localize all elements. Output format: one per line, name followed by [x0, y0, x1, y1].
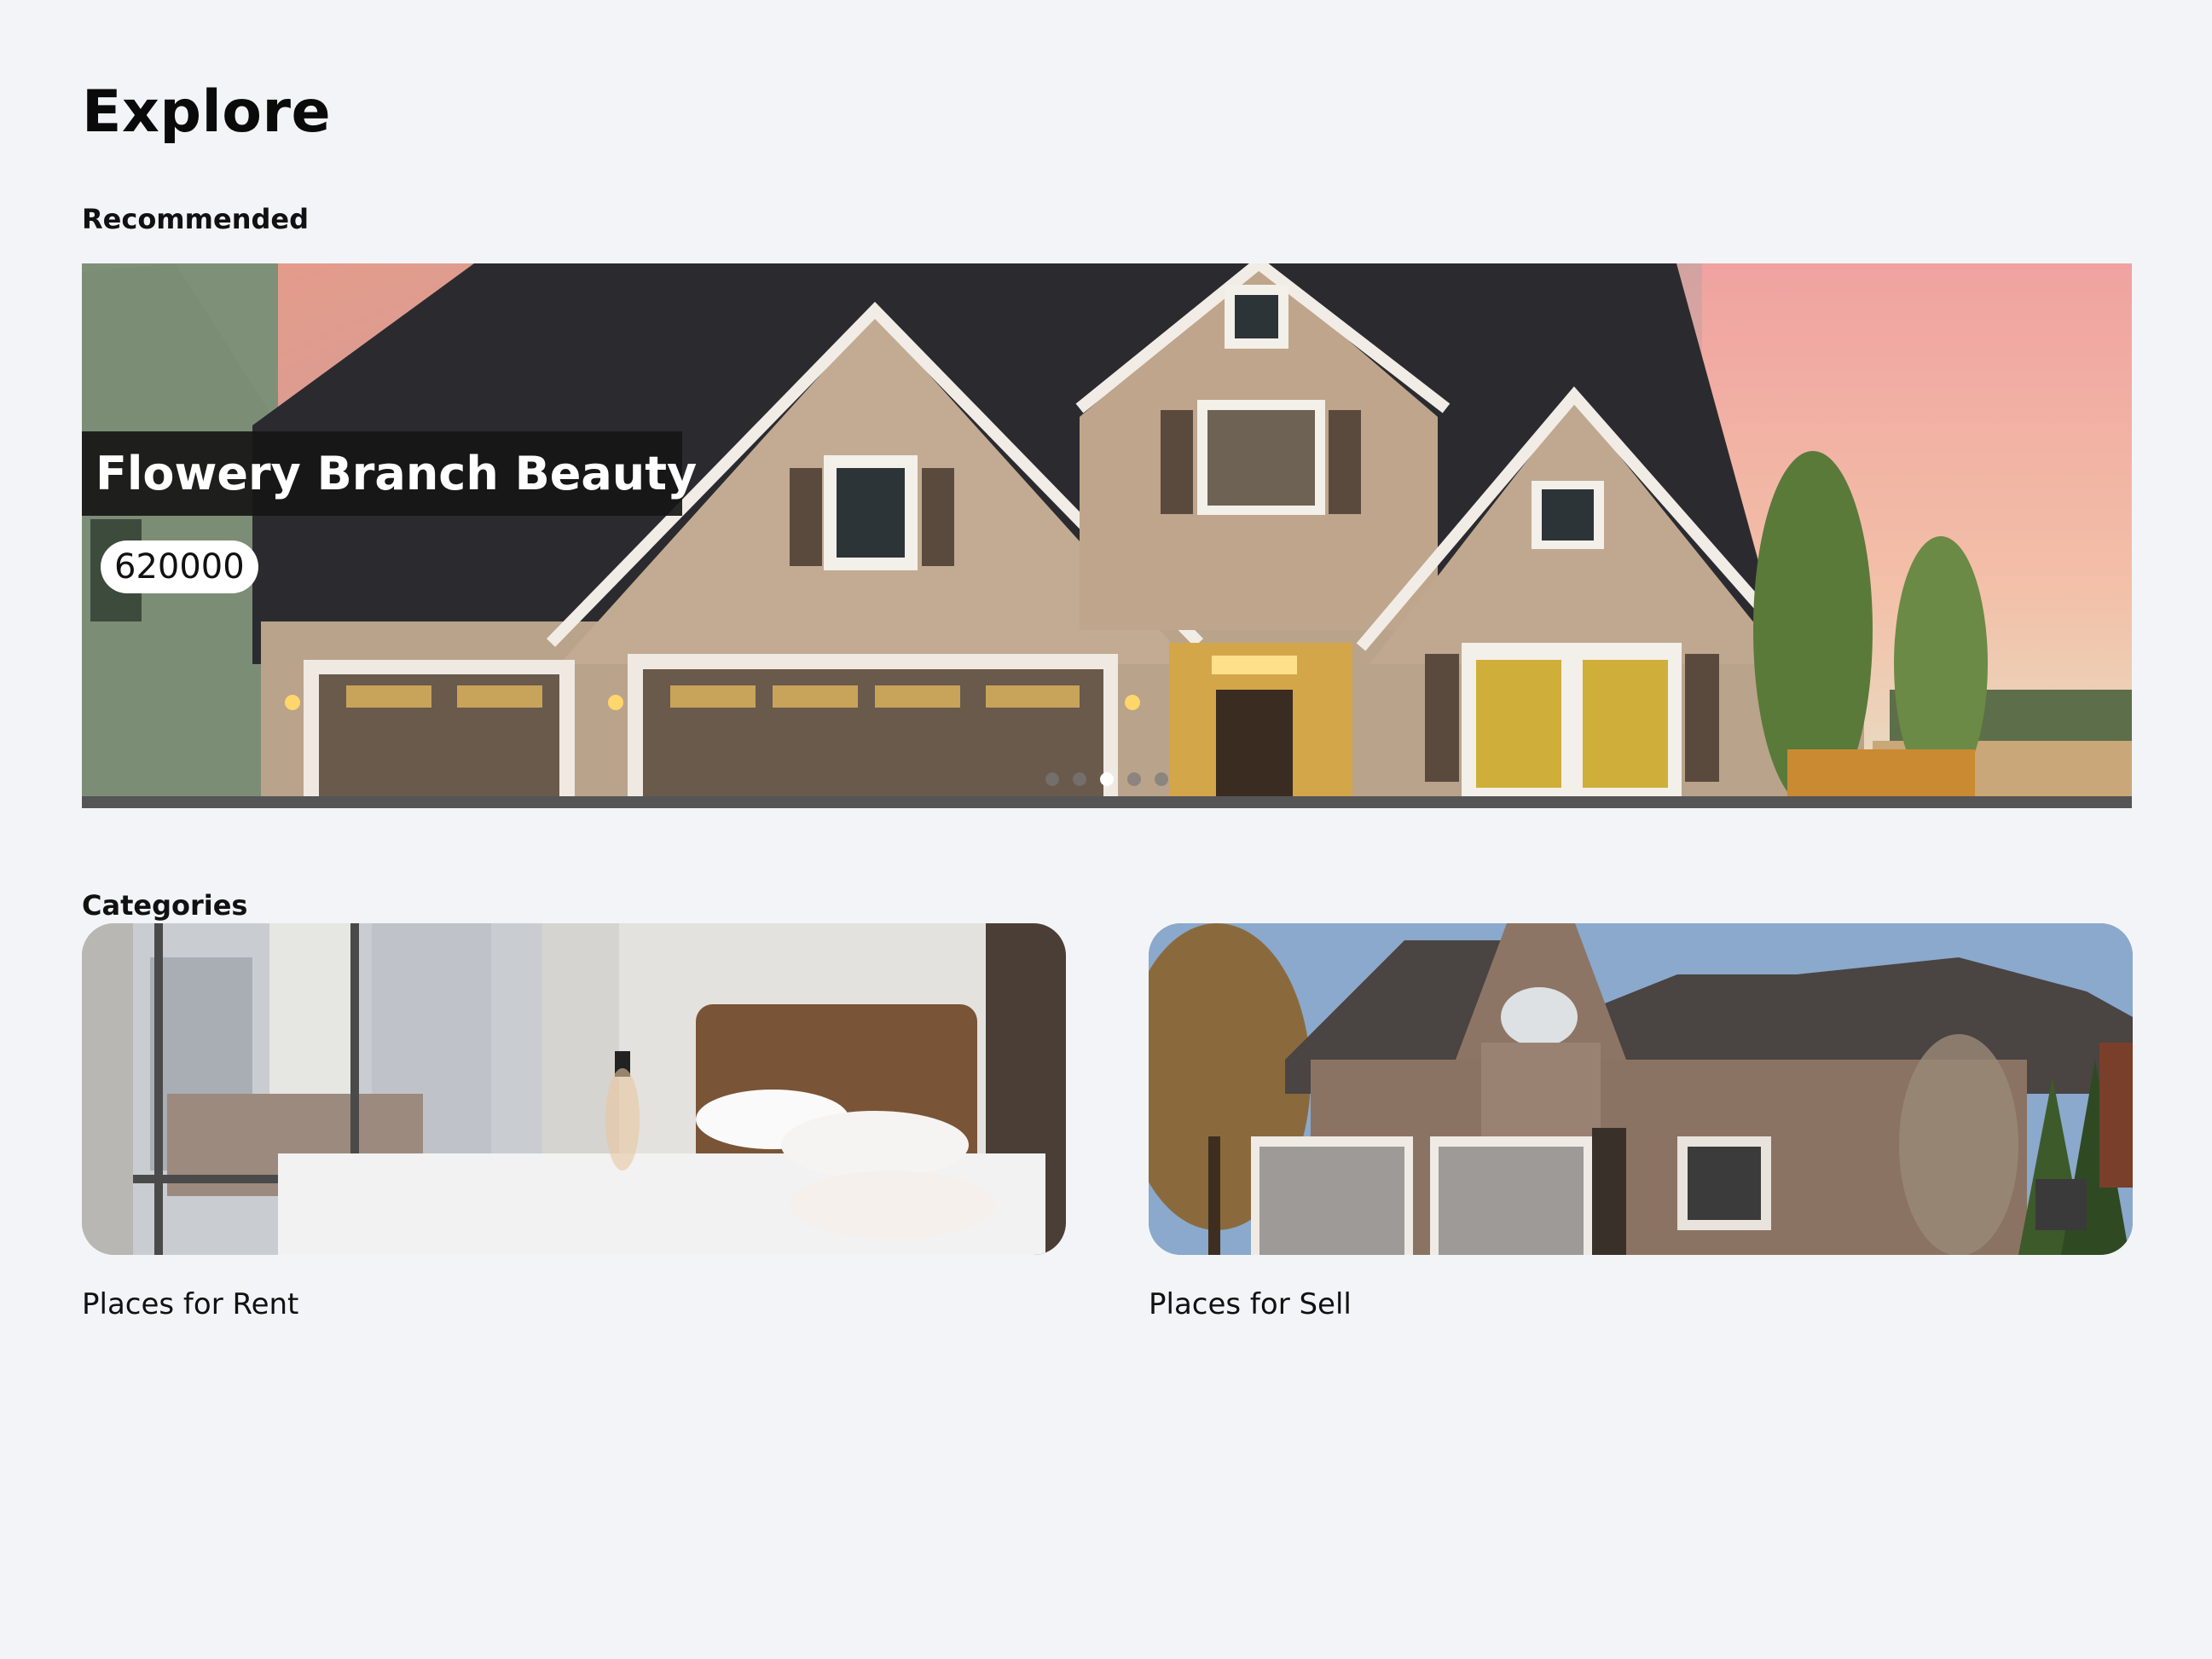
carousel-dot[interactable] — [1073, 772, 1086, 786]
category-label-sell[interactable]: Places for Sell — [1149, 1287, 1352, 1321]
explore-page: Explore Recommended Flowery Branch Beaut… — [0, 0, 2212, 1659]
recommended-carousel[interactable]: Flowery Branch Beauty 620000 — [82, 263, 2132, 808]
recommended-heading: Recommended — [82, 203, 309, 235]
carousel-dot[interactable] — [1045, 772, 1059, 786]
page-title: Explore — [82, 78, 332, 146]
carousel-dot[interactable] — [1127, 772, 1141, 786]
featured-price-badge: 620000 — [101, 540, 258, 593]
carousel-dot[interactable] — [1155, 772, 1168, 786]
category-card-sell[interactable] — [1149, 923, 2133, 1255]
categories-heading: Categories — [82, 889, 248, 922]
bedroom-photo — [82, 923, 1066, 1255]
category-card-rent[interactable] — [82, 923, 1066, 1255]
featured-title-box: Flowery Branch Beauty — [82, 431, 697, 516]
category-label-rent[interactable]: Places for Rent — [82, 1287, 298, 1321]
featured-house-photo — [82, 263, 2132, 808]
carousel-indicators — [1045, 772, 1168, 786]
house-exterior-photo — [1149, 923, 2133, 1255]
carousel-dot-active[interactable] — [1100, 772, 1114, 786]
featured-title: Flowery Branch Beauty — [96, 447, 698, 500]
